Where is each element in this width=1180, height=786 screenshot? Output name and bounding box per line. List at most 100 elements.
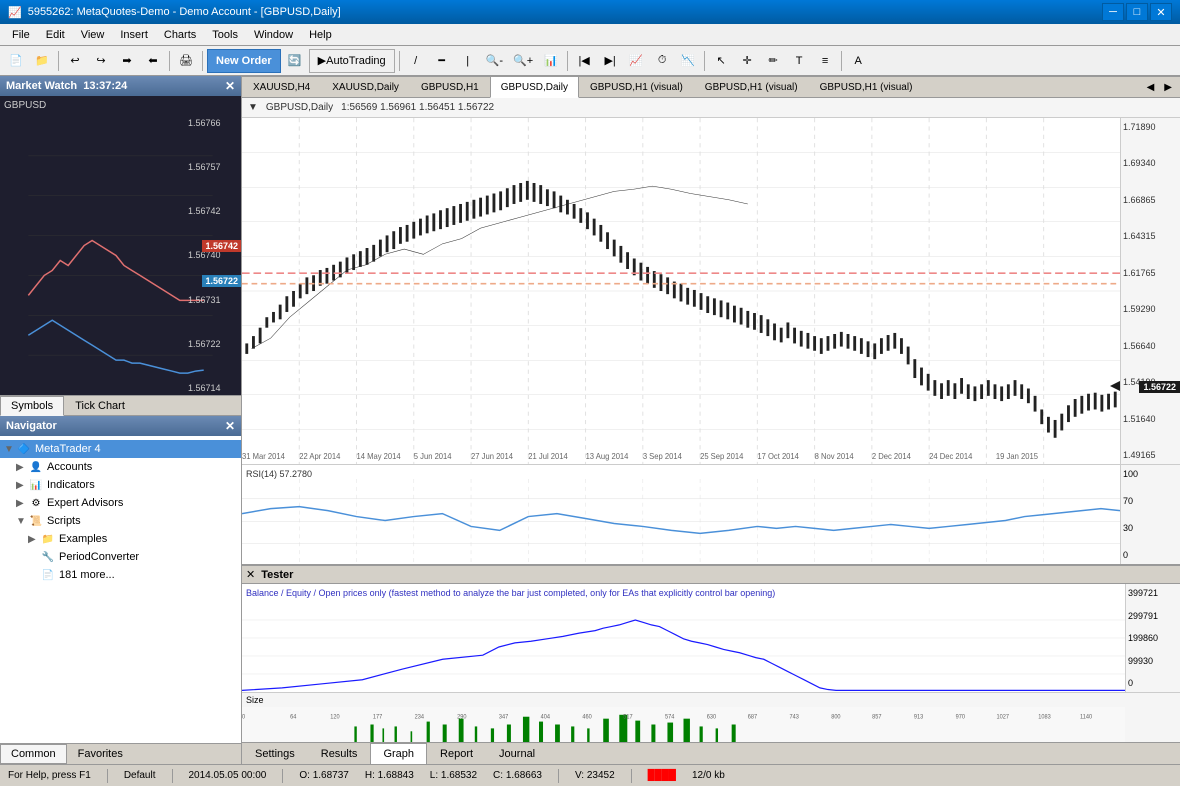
toolbar-hline[interactable]: ━ bbox=[430, 49, 454, 73]
toolbar-redo[interactable]: ↪ bbox=[89, 49, 113, 73]
toolbar-font[interactable]: A bbox=[846, 49, 870, 73]
svg-text:25 Sep 2014: 25 Sep 2014 bbox=[700, 451, 744, 460]
toolbar-undo[interactable]: ↩ bbox=[63, 49, 87, 73]
tester-tab-graph[interactable]: Graph bbox=[370, 743, 427, 765]
svg-text:5 Jun 2014: 5 Jun 2014 bbox=[414, 451, 452, 460]
toolbar-back[interactable]: ⬅ bbox=[141, 49, 165, 73]
svg-text:19 Jan 2015: 19 Jan 2015 bbox=[996, 451, 1039, 460]
chart-tab-gbpusd-daily[interactable]: GBPUSD,Daily bbox=[490, 76, 579, 98]
nav-icon-period: 🔧 bbox=[40, 549, 56, 565]
nav-item-more[interactable]: 📄 181 more... bbox=[0, 566, 241, 584]
nav-label-indicators: Indicators bbox=[47, 479, 95, 491]
new-order-button[interactable]: New Order bbox=[207, 49, 281, 73]
nav-item-period-converter[interactable]: 🔧 PeriodConverter bbox=[0, 548, 241, 566]
price-scale: 1.56766 1.56757 1.56742 1.56740 1.56731 … bbox=[186, 116, 241, 395]
nav-icon-indicators: 📊 bbox=[28, 477, 44, 493]
chart-tab-gbpusd-h1[interactable]: GBPUSD,H1 bbox=[410, 76, 490, 98]
status-sep1 bbox=[107, 769, 108, 783]
toolbar-more[interactable]: ≡ bbox=[813, 49, 837, 73]
menu-view[interactable]: View bbox=[73, 24, 113, 45]
svg-text:1140: 1140 bbox=[1080, 713, 1093, 721]
nav-item-scripts[interactable]: ▼ 📜 Scripts bbox=[0, 512, 241, 530]
tester-tab-results[interactable]: Results bbox=[308, 743, 371, 765]
toolbar-pencil[interactable]: ✏ bbox=[761, 49, 785, 73]
chart-tab-arrow-left[interactable]: ◀ bbox=[1143, 80, 1159, 95]
toolbar-print[interactable]: 🖨 bbox=[174, 49, 198, 73]
nav-more-expand bbox=[28, 570, 40, 581]
nav-tab-favorites[interactable]: Favorites bbox=[67, 744, 134, 764]
svg-text:290: 290 bbox=[457, 713, 467, 721]
nav-item-indicators[interactable]: ▶ 📊 Indicators bbox=[0, 476, 241, 494]
toolbar-refresh[interactable]: 🔄 bbox=[283, 49, 307, 73]
menu-window[interactable]: Window bbox=[246, 24, 301, 45]
main-chart-section: ▼ GBPUSD,Daily 1:56569 1.56961 1.56451 1… bbox=[242, 98, 1180, 564]
nav-tab-common[interactable]: Common bbox=[0, 744, 67, 764]
toolbar-sep4 bbox=[399, 51, 400, 71]
nav-item-accounts[interactable]: ▶ 👤 Accounts bbox=[0, 458, 241, 476]
minimize-button[interactable]: ─ bbox=[1102, 3, 1124, 21]
chart-tab-xauusd-h4[interactable]: XAUUSD,H4 bbox=[242, 76, 321, 98]
toolbar-b2[interactable]: ▶| bbox=[598, 49, 622, 73]
navigator-title: Navigator bbox=[6, 420, 57, 432]
svg-text:857: 857 bbox=[872, 713, 882, 721]
chart-tab-gbpusd-h1-visual3[interactable]: GBPUSD,H1 (visual) bbox=[809, 76, 924, 98]
toolbar-line[interactable]: / bbox=[404, 49, 428, 73]
toolbar-chart[interactable]: 📊 bbox=[539, 49, 563, 73]
nav-examples-expand: ▶ bbox=[28, 534, 40, 545]
tab-tick-chart[interactable]: Tick Chart bbox=[64, 396, 136, 415]
toolbar-cross[interactable]: ✛ bbox=[735, 49, 759, 73]
svg-text:234: 234 bbox=[415, 713, 425, 721]
chart-tab-gbpusd-h1-visual1[interactable]: GBPUSD,H1 (visual) bbox=[579, 76, 694, 98]
tester-tab-report[interactable]: Report bbox=[427, 743, 486, 765]
menu-edit[interactable]: Edit bbox=[38, 24, 73, 45]
maximize-button[interactable]: □ bbox=[1126, 3, 1148, 21]
chart-header-ohlc: 1:56569 1.56961 1.56451 1.56722 bbox=[341, 102, 494, 113]
chart-tabs: XAUUSD,H4 XAUUSD,Daily GBPUSD,H1 GBPUSD,… bbox=[242, 76, 1180, 98]
navigator-close[interactable]: ✕ bbox=[225, 419, 235, 433]
toolbar-zoom-in[interactable]: 🔍+ bbox=[509, 49, 537, 73]
status-volume: V: 23452 bbox=[575, 770, 615, 781]
svg-text:1027: 1027 bbox=[997, 713, 1010, 721]
toolbar-zoom-out[interactable]: 🔍- bbox=[482, 49, 507, 73]
nav-bottom-tabs: Common Favorites bbox=[0, 743, 241, 764]
toolbar-cursor[interactable]: ↖ bbox=[709, 49, 733, 73]
toolbar-chart-type[interactable]: 📈 bbox=[624, 49, 648, 73]
toolbar-open[interactable]: 📁 bbox=[30, 49, 54, 73]
toolbar-sep5 bbox=[567, 51, 568, 71]
menu-file[interactable]: File bbox=[4, 24, 38, 45]
chart-tab-arrow-right[interactable]: ▶ bbox=[1160, 80, 1176, 95]
toolbar-time[interactable]: ⏱ bbox=[650, 49, 674, 73]
close-button[interactable]: ✕ bbox=[1150, 3, 1172, 21]
tester-close-button[interactable]: ✕ bbox=[246, 568, 255, 581]
nav-item-examples[interactable]: ▶ 📁 Examples bbox=[0, 530, 241, 548]
status-low: L: 1.68532 bbox=[430, 770, 477, 781]
toolbar-b1[interactable]: |◀ bbox=[572, 49, 596, 73]
status-sep5 bbox=[631, 769, 632, 783]
nav-tree: ▼ 🔷 MetaTrader 4 ▶ 👤 Accounts ▶ bbox=[0, 436, 241, 743]
svg-text:970: 970 bbox=[956, 713, 966, 721]
svg-text:460: 460 bbox=[582, 713, 592, 721]
tab-symbols[interactable]: Symbols bbox=[0, 396, 64, 416]
toolbar-arrow[interactable]: ➡ bbox=[115, 49, 139, 73]
toolbar-vline[interactable]: | bbox=[456, 49, 480, 73]
menu-tools[interactable]: Tools bbox=[204, 24, 246, 45]
menu-help[interactable]: Help bbox=[301, 24, 340, 45]
toolbar-new[interactable]: 📄 bbox=[4, 49, 28, 73]
toolbar-b3[interactable]: 📉 bbox=[676, 49, 700, 73]
nav-item-metatrader4[interactable]: ▼ 🔷 MetaTrader 4 bbox=[0, 440, 241, 458]
chart-tab-xauusd-daily[interactable]: XAUUSD,Daily bbox=[321, 76, 410, 98]
autotrading-button[interactable]: ▶ AutoTrading bbox=[309, 49, 395, 73]
tester-tab-journal[interactable]: Journal bbox=[486, 743, 548, 765]
nav-item-expert-advisors[interactable]: ▶ ⚙ Expert Advisors bbox=[0, 494, 241, 512]
menu-charts[interactable]: Charts bbox=[156, 24, 204, 45]
tester-tab-settings[interactable]: Settings bbox=[242, 743, 308, 765]
chart-tab-gbpusd-h1-visual2[interactable]: GBPUSD,H1 (visual) bbox=[694, 76, 809, 98]
menu-insert[interactable]: Insert bbox=[112, 24, 156, 45]
toolbar-text[interactable]: T bbox=[787, 49, 811, 73]
svg-text:13 Aug 2014: 13 Aug 2014 bbox=[586, 451, 629, 460]
toolbar-sep1 bbox=[58, 51, 59, 71]
svg-text:27 Jun 2014: 27 Jun 2014 bbox=[471, 451, 514, 460]
rsi-svg bbox=[242, 479, 1120, 564]
navigator-panel: Navigator ✕ ▼ 🔷 MetaTrader 4 ▶ bbox=[0, 416, 241, 764]
market-watch-close[interactable]: ✕ bbox=[225, 79, 235, 93]
